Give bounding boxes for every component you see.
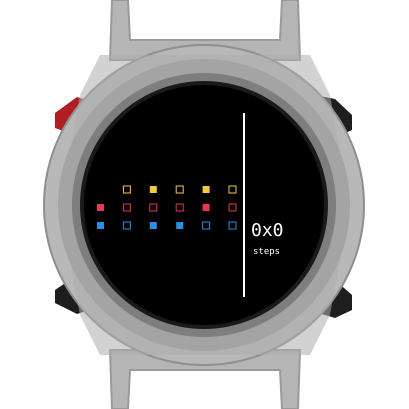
grid-cell-bottom-on	[149, 222, 157, 229]
step-unit: steps	[253, 247, 280, 257]
grid-cell-bottom-on	[97, 222, 104, 229]
grid-cell-bottom-on	[176, 222, 184, 229]
watch-face: 0x0 steps	[43, 0, 365, 409]
step-value: 0x0	[251, 220, 284, 241]
grid-cell-top-on	[202, 186, 210, 193]
grid-cell-top-on	[149, 186, 157, 193]
grid-cell-middle-on	[97, 204, 104, 211]
grid-cell-middle-on	[202, 204, 210, 211]
